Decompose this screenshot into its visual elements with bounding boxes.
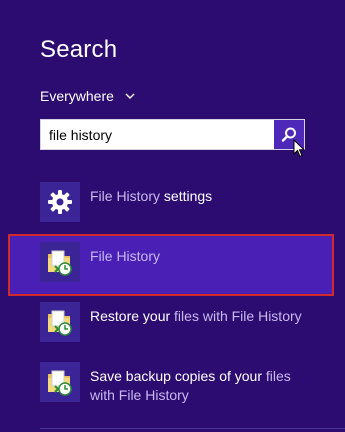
result-text: File History settings — [90, 188, 213, 204]
chevron-down-icon — [125, 93, 135, 99]
result-restore-files[interactable]: Restore your files with File History — [40, 302, 330, 342]
result-icon-tile — [40, 362, 80, 402]
result-icon-tile — [40, 182, 80, 222]
result-icon-tile — [40, 242, 80, 282]
result-file-history-settings[interactable]: File History settings — [40, 182, 330, 222]
file-history-folder-icon — [48, 310, 72, 336]
divider — [40, 428, 345, 429]
result-file-history[interactable]: File History — [40, 242, 330, 282]
gear-icon — [48, 190, 72, 214]
result-text: File History — [90, 248, 161, 264]
search-scope-label: Everywhere — [40, 88, 114, 104]
file-history-folder-icon — [48, 370, 72, 396]
result-text: Save backup copies of your files with Fi… — [90, 368, 291, 403]
result-text: Restore your files with File History — [90, 308, 302, 324]
file-history-folder-icon — [48, 250, 72, 276]
mouse-pointer-icon — [293, 139, 305, 158]
search-scope-dropdown[interactable]: Everywhere — [40, 88, 136, 104]
search-box — [40, 119, 305, 150]
search-input[interactable] — [41, 120, 273, 149]
result-icon-tile — [40, 302, 80, 342]
search-title: Search — [40, 36, 118, 63]
result-save-backup-copies[interactable]: Save backup copies of your files with Fi… — [40, 362, 330, 405]
